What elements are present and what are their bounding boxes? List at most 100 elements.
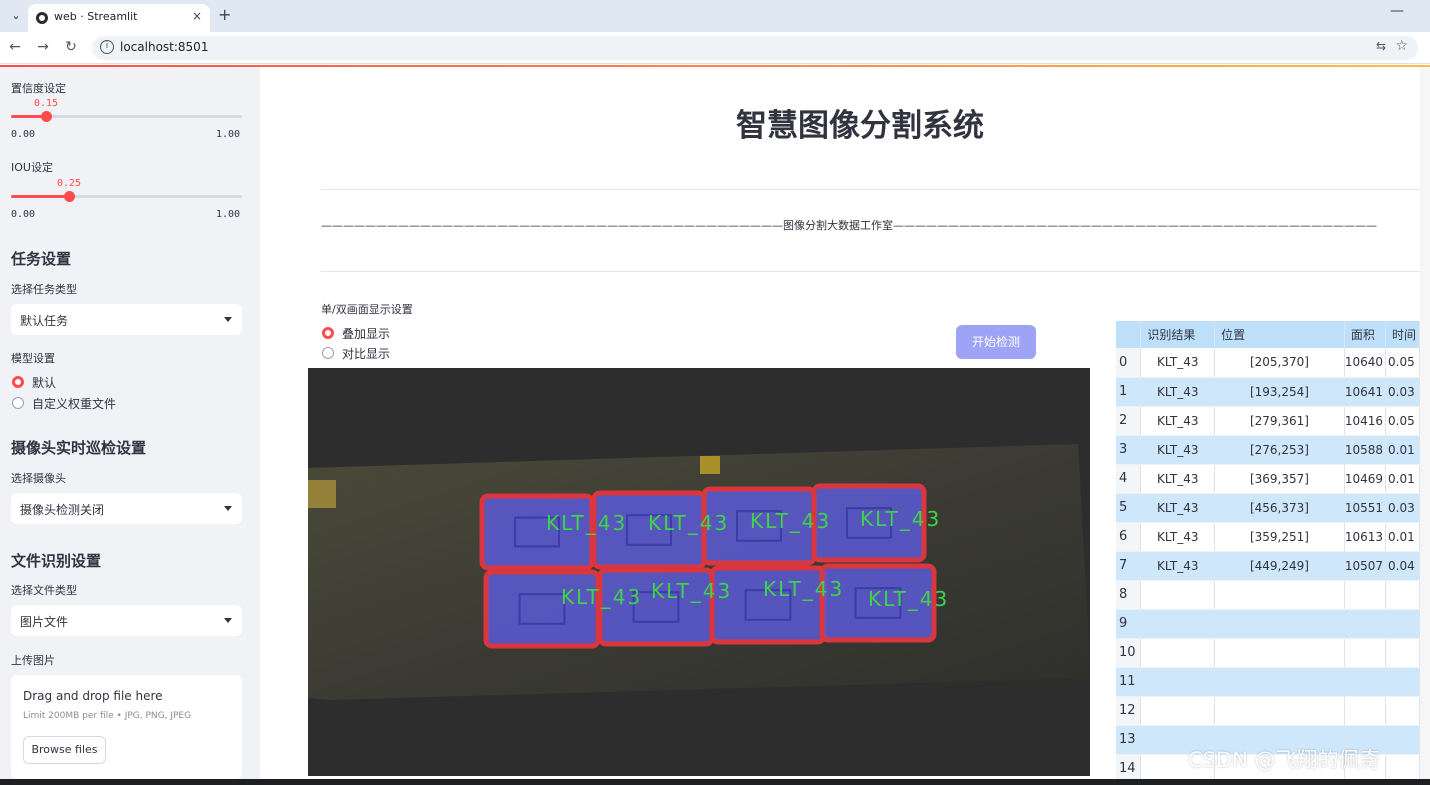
table-row[interactable]: 6 KLT_43 [359,251] 10613 0.01 — [1116, 522, 1420, 552]
table-row[interactable]: 2 KLT_43 [279,361] 10416 0.05 — [1116, 406, 1420, 436]
confidence-label: 置信度设定 — [11, 82, 66, 95]
row-index: 6 — [1116, 522, 1142, 552]
confidence-slider[interactable] — [11, 111, 242, 122]
minimize-icon[interactable]: — — [1390, 3, 1404, 19]
forward-arrow-icon[interactable]: → — [34, 39, 52, 55]
cell-time — [1385, 667, 1420, 697]
new-tab-button[interactable]: + — [218, 5, 231, 24]
camera-select[interactable]: 摄像头检测关闭 — [11, 493, 242, 524]
reload-icon[interactable]: ↻ — [62, 39, 80, 55]
task-type-select[interactable]: 默认任务 — [11, 304, 242, 335]
table-row[interactable]: 0 KLT_43 [205,370] 10640 0.05 — [1116, 348, 1420, 378]
watermark: CSDN @飞翔的佩奇 — [1188, 748, 1381, 772]
tab-title: web · Streamlit — [54, 10, 138, 23]
camera-select-label: 选择摄像头 — [11, 472, 66, 485]
file-type-label: 选择文件类型 — [11, 584, 77, 597]
bookmark-star-icon[interactable]: ☆ — [1395, 38, 1408, 54]
model-option-default-label: 默认 — [32, 376, 57, 390]
url-text[interactable]: localhost:8501 — [120, 40, 208, 54]
file-type-select[interactable]: 图片文件 — [11, 605, 242, 636]
studio-divider-text: ————————————————————————————————————————… — [321, 219, 1377, 232]
table-row[interactable]: 8 — [1116, 580, 1420, 610]
cell-time: 0.05 — [1385, 406, 1420, 436]
table-row[interactable]: 12 — [1116, 696, 1420, 726]
cell-result: KLT_43 — [1140, 406, 1216, 436]
chevron-down-icon — [224, 317, 232, 322]
site-info-icon[interactable]: i — [100, 40, 114, 54]
cell-result: KLT_43 — [1140, 522, 1216, 552]
radio-unchecked-icon[interactable] — [12, 397, 24, 409]
dropzone-title: Drag and drop file here — [23, 689, 163, 703]
start-detection-button[interactable]: 开始检测 — [956, 325, 1036, 359]
back-arrow-icon[interactable]: ← — [6, 39, 24, 55]
radio-checked-icon[interactable] — [322, 327, 334, 339]
browser-window: ⌄ web · Streamlit × + — ← → ↻ i localhos… — [0, 0, 1430, 785]
cell-position: [456,373] — [1214, 493, 1345, 523]
file-settings-heading: 文件识别设置 — [11, 552, 102, 570]
cell-position — [1214, 638, 1345, 668]
result-image-canvas: KLT_43 KLT_43 KLT_43 KLT_43 KLT_43 KLT_43 KLT_… — [308, 444, 1090, 700]
table-row[interactable]: 9 — [1116, 609, 1420, 639]
browser-tab[interactable]: web · Streamlit × — [28, 4, 210, 32]
crate-class-label: KLT_43 — [648, 511, 729, 535]
table-row[interactable]: 4 KLT_43 [369,357] 10469 0.01 — [1116, 464, 1420, 494]
radio-unchecked-icon[interactable] — [322, 347, 334, 359]
cell-time — [1385, 696, 1420, 726]
row-index: 11 — [1116, 667, 1142, 697]
close-tab-icon[interactable]: × — [192, 9, 202, 23]
confidence-value: 0.15 — [33, 98, 59, 109]
table-row[interactable]: 3 KLT_43 [276,253] 10588 0.01 — [1116, 435, 1420, 465]
crate-class-label: KLT_43 — [546, 511, 627, 535]
cell-position: [276,253] — [1214, 435, 1345, 465]
table-row[interactable]: 11 — [1116, 667, 1420, 697]
cell-position — [1214, 667, 1345, 697]
table-header-row: 识别结果 位置 面积 时间 — [1116, 321, 1420, 348]
table-row[interactable]: 7 KLT_43 [449,249] 10507 0.04 — [1116, 551, 1420, 581]
file-dropzone[interactable]: Drag and drop file here Limit 200MB per … — [11, 675, 242, 779]
column-header-time[interactable]: 时间 — [1385, 321, 1420, 348]
cell-position: [205,370] — [1214, 348, 1345, 378]
cell-area: 10469 — [1344, 464, 1387, 494]
iou-value: 0.25 — [56, 178, 82, 189]
yellow-marker — [308, 480, 336, 508]
cell-time — [1385, 580, 1420, 610]
yellow-marker — [700, 456, 720, 474]
row-index: 10 — [1116, 638, 1142, 668]
row-index: 12 — [1116, 696, 1142, 726]
cell-area: 10507 — [1344, 551, 1387, 581]
cell-time: 0.05 — [1385, 348, 1420, 378]
iou-slider[interactable] — [11, 191, 242, 202]
translate-icon[interactable]: ⇆ — [1376, 39, 1386, 53]
url-field[interactable]: i localhost:8501 ⇆ ☆ — [92, 36, 1418, 60]
cell-area — [1344, 638, 1387, 668]
row-index: 1 — [1116, 377, 1142, 407]
chevron-down-icon — [224, 618, 232, 623]
radio-checked-icon[interactable] — [12, 376, 24, 388]
divider-top — [321, 189, 1420, 190]
table-row[interactable]: 5 KLT_43 [456,373] 10551 0.03 — [1116, 493, 1420, 523]
page-scrollbar[interactable] — [1420, 67, 1430, 779]
column-header-result[interactable]: 识别结果 — [1140, 321, 1216, 348]
cell-result: KLT_43 — [1140, 435, 1216, 465]
iou-slider-thumb[interactable] — [64, 191, 75, 202]
cell-area — [1344, 667, 1387, 697]
iou-max: 1.00 — [216, 209, 241, 220]
confidence-max: 1.00 — [216, 129, 241, 140]
browse-files-button[interactable]: Browse files — [23, 736, 106, 764]
column-header-position[interactable]: 位置 — [1214, 321, 1345, 348]
cell-position: [369,357] — [1214, 464, 1345, 494]
results-table[interactable]: 识别结果 位置 面积 时间 0 KLT_43 [205,370] 10640 0.05 1… — [1116, 321, 1420, 779]
column-header-area[interactable]: 面积 — [1344, 321, 1387, 348]
crate-class-label: KLT_43 — [763, 577, 844, 601]
row-index: 7 — [1116, 551, 1142, 581]
crate-class-label: KLT_43 — [860, 507, 941, 531]
table-row[interactable]: 10 — [1116, 638, 1420, 668]
cell-result: KLT_43 — [1140, 493, 1216, 523]
confidence-slider-thumb[interactable] — [41, 111, 52, 122]
tab-list-chevron-icon[interactable]: ⌄ — [6, 6, 26, 26]
table-row[interactable]: 1 KLT_43 [193,254] 10641 0.03 — [1116, 377, 1420, 407]
cell-time — [1385, 638, 1420, 668]
streamlit-favicon-icon — [36, 12, 48, 24]
cell-result — [1140, 638, 1216, 668]
task-type-value: 默认任务 — [20, 314, 69, 328]
